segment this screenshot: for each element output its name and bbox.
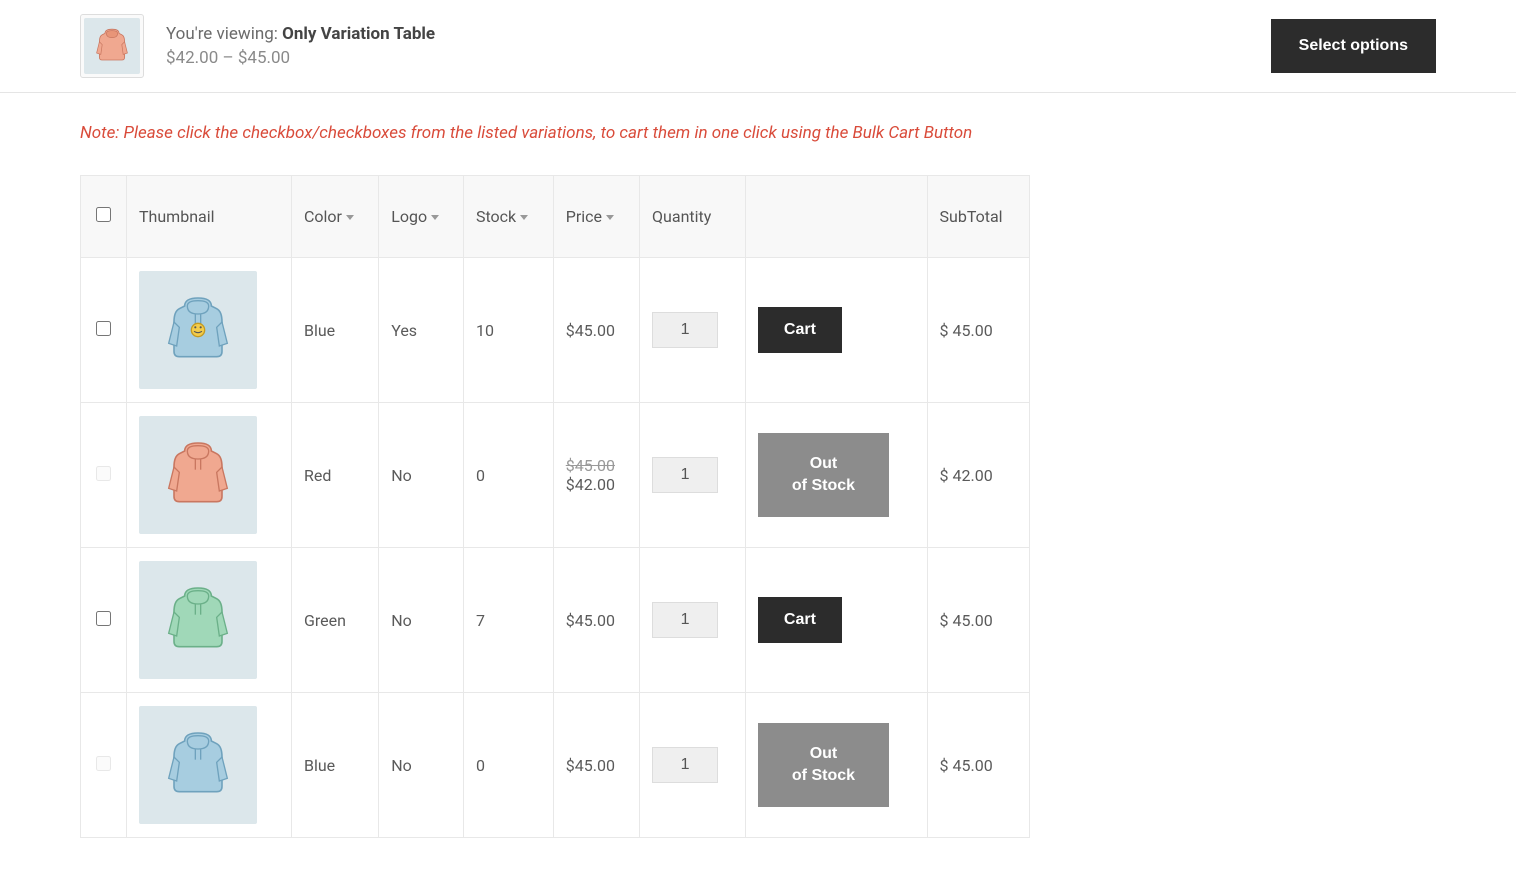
select-all-checkbox[interactable] xyxy=(96,207,111,222)
stock-cell: 7 xyxy=(463,548,553,693)
sort-caret-icon xyxy=(606,215,614,220)
row-checkbox xyxy=(96,756,111,771)
row-checkbox-cell xyxy=(81,693,127,838)
logo-cell: No xyxy=(379,693,464,838)
product-name: Only Variation Table xyxy=(282,24,435,44)
logo-cell: No xyxy=(379,403,464,548)
hoodie-icon xyxy=(139,706,257,824)
price-cell: $45.00$42.00 xyxy=(553,403,639,548)
quantity-input[interactable] xyxy=(652,457,718,493)
quantity-input[interactable] xyxy=(652,747,718,783)
current-price: $42.00 xyxy=(566,475,627,494)
row-checkbox[interactable] xyxy=(96,611,111,626)
hoodie-icon xyxy=(139,271,257,389)
price-cell: $45.00 xyxy=(553,693,639,838)
header-thumbnail: Thumbnail xyxy=(127,176,292,258)
action-cell: Cart xyxy=(745,548,927,693)
table-row: RedNo0$45.00$42.00Out of Stock$ 42.00 xyxy=(81,403,1030,548)
header-quantity: Quantity xyxy=(640,176,746,258)
stock-cell: 0 xyxy=(463,693,553,838)
header-stock[interactable]: Stock xyxy=(463,176,553,258)
hoodie-icon xyxy=(139,561,257,679)
main-content: Note: Please click the checkbox/checkbox… xyxy=(0,93,1516,838)
out-of-stock-button: Out of Stock xyxy=(758,433,889,518)
subtotal-cell: $ 45.00 xyxy=(927,258,1029,403)
stock-cell: 0 xyxy=(463,403,553,548)
bulk-cart-note: Note: Please click the checkbox/checkbox… xyxy=(80,123,1436,143)
header-color[interactable]: Color xyxy=(292,176,379,258)
sticky-product-header: You're viewing: Only Variation Table $42… xyxy=(0,0,1516,93)
stock-cell: 10 xyxy=(463,258,553,403)
hoodie-icon xyxy=(139,416,257,534)
row-checkbox[interactable] xyxy=(96,321,111,336)
viewing-label: You're viewing: Only Variation Table xyxy=(166,24,435,44)
header-thumbnail xyxy=(80,14,144,78)
price-range: $42.00 – $45.00 xyxy=(166,48,435,68)
price-cell: $45.00 xyxy=(553,258,639,403)
color-cell: Blue xyxy=(292,258,379,403)
row-checkbox-cell xyxy=(81,258,127,403)
subtotal-cell: $ 45.00 xyxy=(927,693,1029,838)
variation-table: Thumbnail Color Logo Stock Price Quantit… xyxy=(80,175,1030,838)
row-checkbox-cell xyxy=(81,548,127,693)
thumbnail-cell xyxy=(127,403,292,548)
select-options-button[interactable]: Select options xyxy=(1271,19,1436,73)
sort-caret-icon xyxy=(520,215,528,220)
table-row: GreenNo7$45.00 Cart $ 45.00 xyxy=(81,548,1030,693)
header-action xyxy=(745,176,927,258)
add-to-cart-button[interactable]: Cart xyxy=(758,597,842,643)
table-header-row: Thumbnail Color Logo Stock Price Quantit… xyxy=(81,176,1030,258)
thumbnail-cell xyxy=(127,258,292,403)
quantity-cell xyxy=(640,548,746,693)
quantity-input[interactable] xyxy=(652,312,718,348)
out-of-stock-button: Out of Stock xyxy=(758,723,889,808)
quantity-input[interactable] xyxy=(652,602,718,638)
table-row: BlueYes10$45.00 Cart $ 45.00 xyxy=(81,258,1030,403)
table-row: BlueNo0$45.00 Out of Stock $ 45.00 xyxy=(81,693,1030,838)
thumbnail-cell xyxy=(127,548,292,693)
action-cell: Out of Stock xyxy=(745,693,927,838)
header-price[interactable]: Price xyxy=(553,176,639,258)
logo-cell: Yes xyxy=(379,258,464,403)
add-to-cart-button[interactable]: Cart xyxy=(758,307,842,353)
sort-caret-icon xyxy=(346,215,354,220)
row-checkbox xyxy=(96,466,111,481)
quantity-cell xyxy=(640,693,746,838)
quantity-cell xyxy=(640,258,746,403)
subtotal-cell: $ 45.00 xyxy=(927,548,1029,693)
header-text-block: You're viewing: Only Variation Table $42… xyxy=(166,24,435,68)
hoodie-icon xyxy=(84,18,140,74)
row-checkbox-cell xyxy=(81,403,127,548)
logo-cell: No xyxy=(379,548,464,693)
header-checkbox-cell xyxy=(81,176,127,258)
quantity-cell xyxy=(640,403,746,548)
action-cell: Cart xyxy=(745,258,927,403)
sort-caret-icon xyxy=(431,215,439,220)
thumbnail-cell xyxy=(127,693,292,838)
header-subtotal: SubTotal xyxy=(927,176,1029,258)
original-price: $45.00 xyxy=(566,456,627,475)
subtotal-cell: $ 42.00 xyxy=(927,403,1029,548)
action-cell: Out of Stock xyxy=(745,403,927,548)
header-logo[interactable]: Logo xyxy=(379,176,464,258)
price-cell: $45.00 xyxy=(553,548,639,693)
color-cell: Green xyxy=(292,548,379,693)
header-left: You're viewing: Only Variation Table $42… xyxy=(80,14,435,78)
color-cell: Blue xyxy=(292,693,379,838)
color-cell: Red xyxy=(292,403,379,548)
